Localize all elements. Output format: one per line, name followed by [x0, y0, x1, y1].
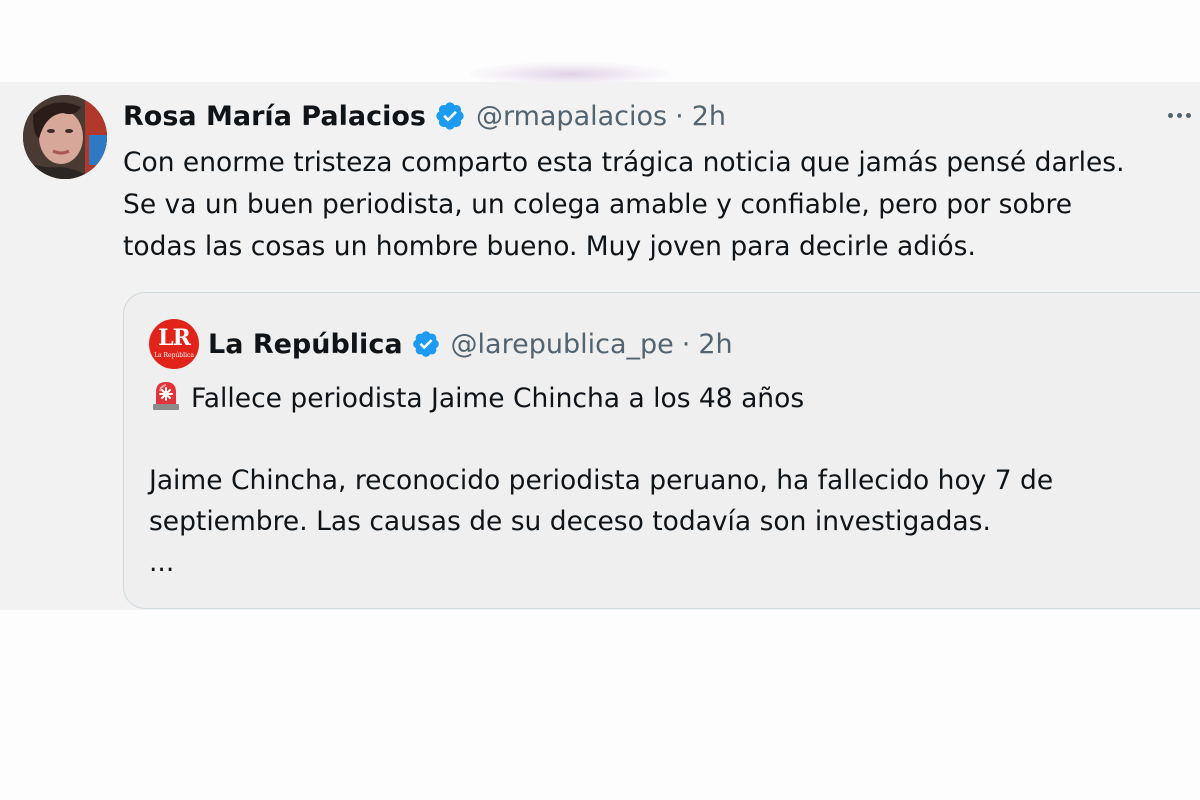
- quoted-tweet-header: La República @larepublica_pe · 2h: [208, 326, 733, 362]
- verified-badge-icon: [434, 100, 466, 132]
- quoted-author-handle[interactable]: @larepublica_pe: [451, 329, 674, 360]
- quoted-tweet[interactable]: LR La República La República @larepublic…: [123, 292, 1200, 609]
- quoted-author-name[interactable]: La República: [208, 329, 403, 360]
- author-avatar[interactable]: [23, 95, 107, 179]
- quoted-author-avatar[interactable]: LR La República: [149, 319, 199, 369]
- screenshot-canvas: Rosa María Palacios @rmapalacios · 2h Co…: [0, 0, 1200, 800]
- tweet-header: Rosa María Palacios @rmapalacios · 2h: [123, 98, 726, 134]
- tweet-text: Con enorme tristeza comparto esta trágic…: [123, 142, 1193, 268]
- quoted-avatar-logo-text: LR: [158, 325, 191, 351]
- quoted-avatar-logo-subtext: La República: [154, 352, 194, 359]
- tweet-text-line: Con enorme tristeza comparto esta trágic…: [123, 147, 1125, 178]
- quoted-tweet-timestamp[interactable]: 2h: [698, 329, 732, 360]
- quoted-body-line: Jaime Chincha, reconocido periodista per…: [149, 465, 1054, 496]
- quoted-ellipsis: ...: [149, 547, 175, 578]
- tweet-text-line: Se va un buen periodista, un colega amab…: [123, 189, 1073, 220]
- tweet-text-line: todas las cosas un hombre bueno. Muy jov…: [123, 231, 976, 262]
- tweet[interactable]: Rosa María Palacios @rmapalacios · 2h Co…: [0, 82, 1200, 610]
- tweet-timestamp[interactable]: 2h: [692, 101, 726, 132]
- verified-badge-icon: [411, 329, 441, 359]
- quoted-header-separator: ·: [681, 328, 691, 360]
- rotating-light-icon: [149, 377, 183, 411]
- author-name[interactable]: Rosa María Palacios: [123, 101, 426, 132]
- author-handle[interactable]: @rmapalacios: [476, 101, 667, 132]
- more-options-icon[interactable]: [1168, 102, 1200, 128]
- quoted-headline-text: Fallece periodista Jaime Chincha a los 4…: [191, 383, 805, 414]
- quoted-body-line: septiembre. Las causas de su deceso toda…: [149, 506, 991, 537]
- quoted-headline: Fallece periodista Jaime Chincha a los 4…: [149, 377, 804, 419]
- header-separator: ·: [675, 100, 684, 132]
